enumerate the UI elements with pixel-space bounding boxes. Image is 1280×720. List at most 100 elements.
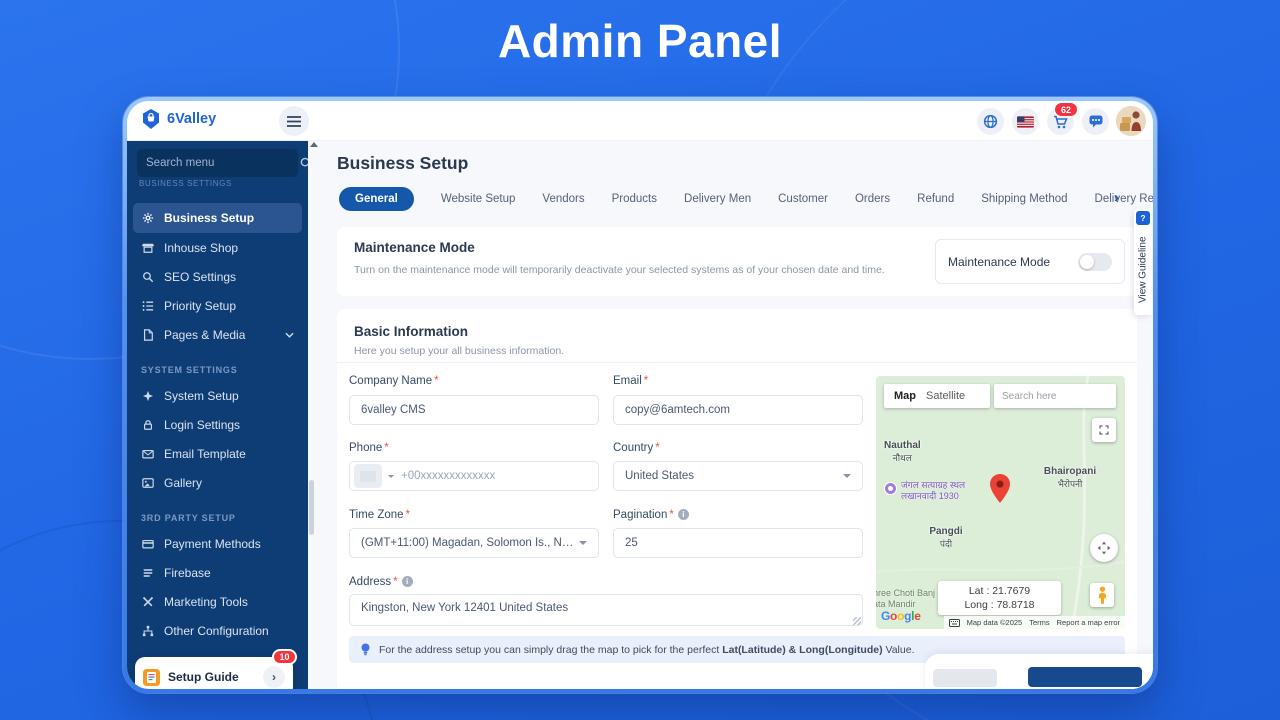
sidebar-item-inhouse-shop[interactable]: Inhouse Shop	[127, 233, 308, 262]
sidebar: BUSINESS SETTINGS Business Setup Inhouse…	[127, 141, 312, 689]
phone-flag-selector[interactable]	[354, 464, 382, 488]
chevron-down-icon	[843, 474, 851, 478]
save-button[interactable]	[1028, 667, 1142, 687]
list-icon	[141, 300, 155, 312]
sidebar-item-login-settings[interactable]: Login Settings	[127, 410, 308, 439]
sidebar-item-seo-settings[interactable]: SEO Settings	[127, 262, 308, 291]
tab-refund[interactable]: Refund	[917, 193, 954, 205]
required-mark: *	[434, 375, 439, 387]
setup-guide-button[interactable]: Setup Guide › 10	[135, 649, 297, 689]
tab-delivery-restriction[interactable]: Delivery Restriction	[1095, 193, 1153, 205]
map-button[interactable]: Map	[884, 390, 926, 402]
language-globe-button[interactable]	[977, 108, 1004, 135]
email-field[interactable]	[613, 395, 863, 425]
map-marker-pin[interactable]	[990, 474, 1010, 503]
phone-field[interactable]	[349, 461, 599, 491]
tab-products[interactable]: Products	[612, 193, 657, 205]
sidebar-item-payment-methods[interactable]: Payment Methods	[127, 529, 308, 558]
setup-guide-label: Setup Guide	[168, 670, 239, 684]
sidebar-item-label: Inhouse Shop	[164, 240, 239, 255]
form-actions-panel	[925, 654, 1153, 689]
sidebar-item-email-template[interactable]: Email Template	[127, 439, 308, 468]
map-fullscreen-button[interactable]	[1092, 418, 1116, 442]
terms-link[interactable]: Terms	[1029, 618, 1049, 627]
tab-general[interactable]: General	[339, 187, 414, 211]
sidebar-item-system-setup[interactable]: System Setup	[127, 381, 308, 410]
maintenance-toggle[interactable]	[1078, 252, 1112, 271]
basic-information-card: Basic Information Here you setup your al…	[337, 309, 1137, 689]
phone-input[interactable]	[400, 470, 587, 482]
country-select[interactable]: United States	[613, 461, 863, 491]
sidebar-item-business-setup[interactable]: Business Setup	[133, 203, 302, 233]
info-icon: i	[677, 509, 689, 520]
sidebar-item-label: Pages & Media	[164, 327, 246, 342]
sidebar-section-3rd-party: 3RD PARTY SETUP	[141, 513, 236, 523]
country-flag-button[interactable]	[1012, 108, 1039, 135]
tab-delivery-men[interactable]: Delivery Men	[684, 193, 751, 205]
sidebar-section-system-settings: SYSTEM SETTINGS	[141, 365, 238, 375]
content-scrollbar[interactable]	[309, 480, 314, 535]
tab-website-setup[interactable]: Website Setup	[441, 193, 516, 205]
map-poi-jungle-satyagraha[interactable]: जंगल सत्याग्रह स्थल लखानवादी 1930	[884, 480, 965, 502]
layers-icon	[141, 567, 155, 579]
country-label: Country *	[613, 442, 660, 454]
required-mark: *	[655, 442, 660, 454]
messages-button[interactable]	[1082, 108, 1109, 135]
user-avatar[interactable]	[1116, 106, 1146, 136]
reset-button[interactable]	[933, 669, 997, 687]
credit-card-icon	[141, 538, 155, 550]
toggle-knob	[1080, 254, 1094, 269]
pagination-input[interactable]	[625, 537, 851, 549]
sidebar-item-pages-media[interactable]: Pages & Media	[127, 320, 308, 349]
tab-customer[interactable]: Customer	[778, 193, 828, 205]
sidebar-item-priority-setup[interactable]: Priority Setup	[127, 291, 308, 320]
sidebar-item-gallery[interactable]: Gallery	[127, 468, 308, 497]
basic-info-subtitle: Here you setup your all business informa…	[354, 345, 565, 357]
map-data-text: Map data ©2025	[966, 618, 1023, 627]
time-zone-select[interactable]: (GMT+11:00) Magadan, Solomon Is., New Ca…	[349, 528, 599, 558]
sidebar-item-marketing-tools[interactable]: Marketing Tools	[127, 587, 308, 616]
tab-orders[interactable]: Orders	[855, 193, 890, 205]
sidebar-item-label: SEO Settings	[164, 269, 237, 284]
hamburger-icon	[287, 115, 301, 127]
sidebar-search-input[interactable]	[146, 157, 300, 169]
map-attribution: Map data ©2025 Terms Report a map error	[943, 616, 1125, 629]
pagination-label: Pagination * i	[613, 509, 689, 521]
admin-window: 6Valley 62 Search menu BUSINESS SETTINGS…	[127, 101, 1153, 689]
address-textarea[interactable]: Kingston, New York 12401 United States	[349, 594, 863, 626]
setup-guide-badge: 10	[272, 649, 297, 665]
brand-logo[interactable]: 6Valley	[141, 109, 216, 129]
top-navbar: 6Valley 62	[127, 101, 1153, 141]
lat-value: Lat : 21.7679	[968, 585, 1031, 597]
divider	[337, 362, 1137, 363]
sidebar-toggle-button[interactable]	[279, 106, 309, 136]
sidebar-item-label: Login Settings	[164, 417, 241, 432]
scrollbar-up-arrow[interactable]	[310, 142, 318, 147]
sidebar-item-other-configuration[interactable]: Other Configuration	[127, 616, 308, 645]
view-guideline-tab[interactable]: ? View Guideline	[1134, 209, 1152, 315]
map-search-box[interactable]: Search here	[994, 384, 1116, 408]
chevron-down-icon	[285, 332, 294, 338]
satellite-button[interactable]: Satellite	[926, 390, 965, 402]
map-label-nauthal: Nauthal नौथल	[884, 440, 921, 463]
pagination-field[interactable]	[613, 528, 863, 558]
brand-name: 6Valley	[167, 111, 217, 127]
company-name-label: Company Name *	[349, 375, 439, 387]
maintenance-toggle-label: Maintenance Mode	[948, 254, 1051, 269]
tabs-scroll-right-icon[interactable]: ›	[1114, 189, 1119, 206]
required-mark: *	[384, 442, 389, 454]
tab-shipping-method[interactable]: Shipping Method	[981, 193, 1067, 205]
resize-handle[interactable]	[853, 617, 861, 625]
report-error-link[interactable]: Report a map error	[1057, 618, 1120, 627]
sidebar-item-firebase[interactable]: Firebase	[127, 558, 308, 587]
lock-gear-icon	[141, 419, 155, 431]
company-name-field[interactable]	[349, 395, 599, 425]
google-map[interactable]: Map Satellite Search here Nauthal नौथल ज…	[876, 376, 1125, 629]
email-input[interactable]	[625, 404, 851, 416]
map-pan-control[interactable]	[1090, 534, 1118, 562]
sidebar-search[interactable]	[137, 149, 312, 177]
required-mark: *	[643, 375, 649, 387]
company-name-input[interactable]	[361, 404, 587, 416]
street-view-pegman-button[interactable]	[1090, 583, 1114, 607]
tab-vendors[interactable]: Vendors	[542, 193, 584, 205]
